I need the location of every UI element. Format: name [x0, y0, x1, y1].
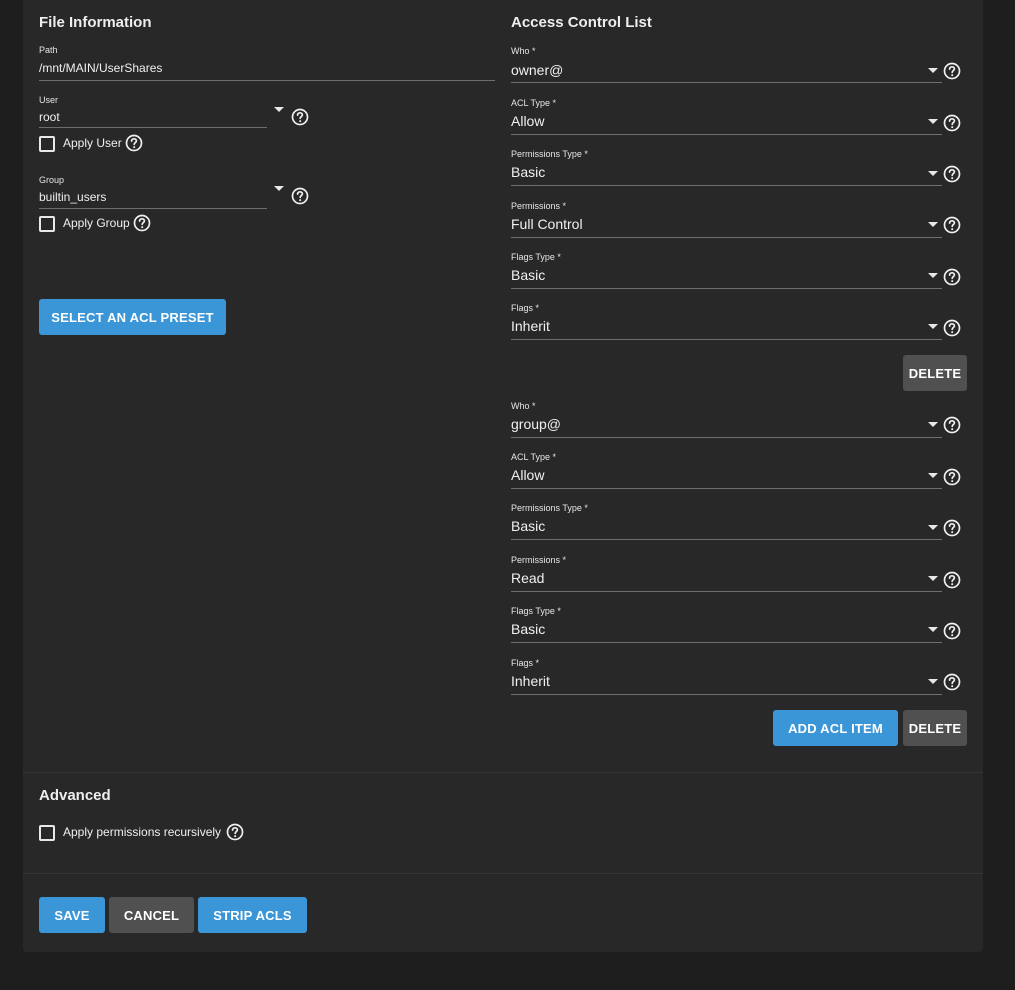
flags-type-underline [511, 642, 942, 643]
who-label: Who * [511, 46, 536, 56]
permissions-label: Permissions * [511, 201, 567, 211]
delete-acl-item-button[interactable]: DELETE [903, 710, 967, 746]
chevron-down-icon[interactable] [928, 324, 938, 329]
apply-user-checkbox[interactable] [39, 136, 55, 152]
user-label: User [39, 95, 59, 105]
group-label: Group [39, 175, 65, 185]
help-circle-icon[interactable] [943, 622, 961, 640]
flags-type-value[interactable]: Basic [511, 621, 545, 637]
help-circle-icon[interactable] [943, 114, 961, 132]
permissions-type-value[interactable]: Basic [511, 164, 545, 180]
flags-label: Flags * [511, 658, 540, 668]
help-circle-icon[interactable] [943, 468, 961, 486]
select-acl-preset-button[interactable]: SELECT AN ACL PRESET [39, 299, 226, 335]
help-circle-icon[interactable] [943, 62, 961, 80]
chevron-down-icon[interactable] [928, 119, 938, 124]
chevron-down-icon[interactable] [928, 422, 938, 427]
user-underline [39, 127, 267, 128]
path-value: /mnt/MAIN/UserShares [39, 61, 163, 75]
delete-acl-item-button[interactable]: DELETE [903, 355, 967, 391]
flags-type-label: Flags Type * [511, 252, 561, 262]
acl-type-value[interactable]: Allow [511, 113, 544, 129]
acl-type-label: ACL Type * [511, 98, 557, 108]
advanced-title: Advanced [39, 787, 111, 804]
section-divider [23, 772, 983, 773]
file-information-title: File Information [39, 14, 152, 31]
chevron-down-icon[interactable] [928, 222, 938, 227]
chevron-down-icon[interactable] [928, 68, 938, 73]
permissions-type-underline [511, 185, 942, 186]
who-label: Who * [511, 401, 536, 411]
help-circle-icon[interactable] [943, 673, 961, 691]
acl-type-underline [511, 488, 942, 489]
save-button[interactable]: SAVE [39, 897, 105, 933]
permissions-value[interactable]: Full Control [511, 216, 583, 232]
chevron-down-icon[interactable] [928, 627, 938, 632]
chevron-down-icon[interactable] [928, 679, 938, 684]
apply-user-label[interactable]: Apply User [63, 136, 122, 150]
help-circle-icon[interactable] [943, 216, 961, 234]
help-circle-icon[interactable] [125, 134, 143, 152]
chevron-down-icon[interactable] [928, 171, 938, 176]
path-underline [39, 80, 495, 81]
add-acl-item-button[interactable]: ADD ACL ITEM [773, 710, 898, 746]
footer-divider [23, 873, 983, 874]
chevron-down-icon[interactable] [928, 273, 938, 278]
apply-recursively-label[interactable]: Apply permissions recursively [63, 825, 221, 839]
acl-type-value[interactable]: Allow [511, 467, 544, 483]
flags-type-underline [511, 288, 942, 289]
strip-acls-button[interactable]: STRIP ACLS [198, 897, 307, 933]
chevron-down-icon[interactable] [928, 473, 938, 478]
help-circle-icon[interactable] [133, 214, 151, 232]
permissions-value[interactable]: Read [511, 570, 544, 586]
help-circle-icon[interactable] [943, 165, 961, 183]
help-circle-icon[interactable] [943, 571, 961, 589]
apply-group-checkbox[interactable] [39, 216, 55, 232]
flags-type-value[interactable]: Basic [511, 267, 545, 283]
help-circle-icon[interactable] [291, 187, 309, 205]
flags-underline [511, 694, 942, 695]
permissions-type-label: Permissions Type * [511, 503, 588, 513]
cancel-button[interactable]: CANCEL [109, 897, 194, 933]
flags-label: Flags * [511, 303, 540, 313]
permissions-underline [511, 237, 942, 238]
permissions-type-underline [511, 539, 942, 540]
apply-group-label[interactable]: Apply Group [63, 216, 130, 230]
permissions-underline [511, 591, 942, 592]
who-underline [511, 437, 942, 438]
chevron-down-icon[interactable] [928, 576, 938, 581]
permissions-type-label: Permissions Type * [511, 149, 588, 159]
acl-type-underline [511, 134, 942, 135]
help-circle-icon[interactable] [226, 823, 244, 841]
user-value[interactable]: root [39, 110, 60, 124]
help-circle-icon[interactable] [291, 108, 309, 126]
flags-value[interactable]: Inherit [511, 673, 550, 689]
apply-recursively-checkbox[interactable] [39, 825, 55, 841]
help-circle-icon[interactable] [943, 519, 961, 537]
chevron-down-icon[interactable] [928, 525, 938, 530]
help-circle-icon[interactable] [943, 319, 961, 337]
flags-underline [511, 339, 942, 340]
chevron-down-icon[interactable] [274, 107, 284, 112]
acl-editor-card: File Information Path /mnt/MAIN/UserShar… [23, 0, 983, 952]
permissions-label: Permissions * [511, 555, 567, 565]
permissions-type-value[interactable]: Basic [511, 518, 545, 534]
path-label: Path [39, 45, 58, 55]
help-circle-icon[interactable] [943, 416, 961, 434]
who-underline [511, 82, 942, 83]
acl-type-label: ACL Type * [511, 452, 557, 462]
flags-type-label: Flags Type * [511, 606, 561, 616]
who-value[interactable]: owner@ [511, 62, 563, 78]
who-value[interactable]: group@ [511, 416, 561, 432]
group-underline [39, 208, 267, 209]
group-value[interactable]: builtin_users [39, 190, 106, 204]
chevron-down-icon[interactable] [274, 186, 284, 191]
access-control-list-title: Access Control List [511, 14, 652, 31]
help-circle-icon[interactable] [943, 268, 961, 286]
flags-value[interactable]: Inherit [511, 318, 550, 334]
